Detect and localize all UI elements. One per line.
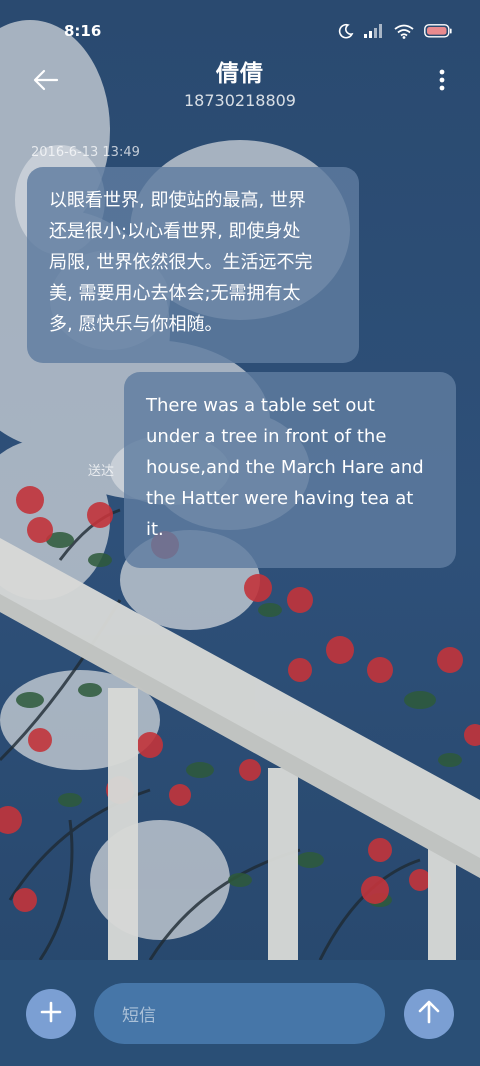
add-attachment-button[interactable] bbox=[26, 989, 76, 1039]
contact-info[interactable]: 倩倩 18730218809 bbox=[0, 54, 480, 110]
message-line: There was a table set out bbox=[146, 395, 375, 416]
message-input-placeholder: 短信 bbox=[122, 1006, 156, 1026]
send-arrow-icon bbox=[418, 1000, 440, 1028]
message-line: the Hatter were having tea at bbox=[146, 488, 414, 509]
moon-icon bbox=[338, 23, 354, 39]
contact-name: 倩倩 bbox=[216, 61, 264, 87]
plus-icon bbox=[40, 1001, 62, 1027]
wifi-icon bbox=[394, 24, 414, 39]
message-line: 多, 愿快乐与你相随。 bbox=[49, 314, 223, 335]
message-input[interactable]: 短信 bbox=[94, 983, 385, 1044]
outgoing-message-bubble[interactable]: There was a table set out under a tree i… bbox=[124, 372, 456, 568]
message-line: house,and the March Hare and bbox=[146, 457, 424, 478]
incoming-message-bubble[interactable]: 以眼看世界, 即使站的最高, 世界 还是很小;以心看世界, 即使身处 局限, 世… bbox=[27, 167, 359, 363]
more-vertical-icon bbox=[439, 69, 445, 95]
message-line: 美, 需要用心去体会;无需拥有太 bbox=[49, 283, 301, 304]
message-timestamp: 2016-6-13 13:49 bbox=[31, 145, 140, 160]
compose-bar: 短信 bbox=[0, 960, 480, 1066]
battery-icon bbox=[424, 24, 452, 38]
more-options-button[interactable] bbox=[432, 64, 452, 100]
signal-icon bbox=[364, 24, 384, 38]
message-line: 以眼看世界, 即使站的最高, 世界 bbox=[49, 190, 306, 211]
conversation-header: 倩倩 18730218809 bbox=[0, 50, 480, 120]
status-icons bbox=[338, 23, 452, 39]
delivery-status: 送达 bbox=[88, 464, 115, 479]
message-line: it. bbox=[146, 519, 164, 540]
send-button[interactable] bbox=[404, 989, 454, 1039]
status-time: 8:16 bbox=[64, 22, 102, 40]
contact-phone: 18730218809 bbox=[184, 91, 296, 110]
message-line: 局限, 世界依然很大。生活远不完 bbox=[49, 252, 313, 273]
message-line: 还是很小;以心看世界, 即使身处 bbox=[49, 221, 301, 242]
message-line: under a tree in front of the bbox=[146, 426, 387, 447]
